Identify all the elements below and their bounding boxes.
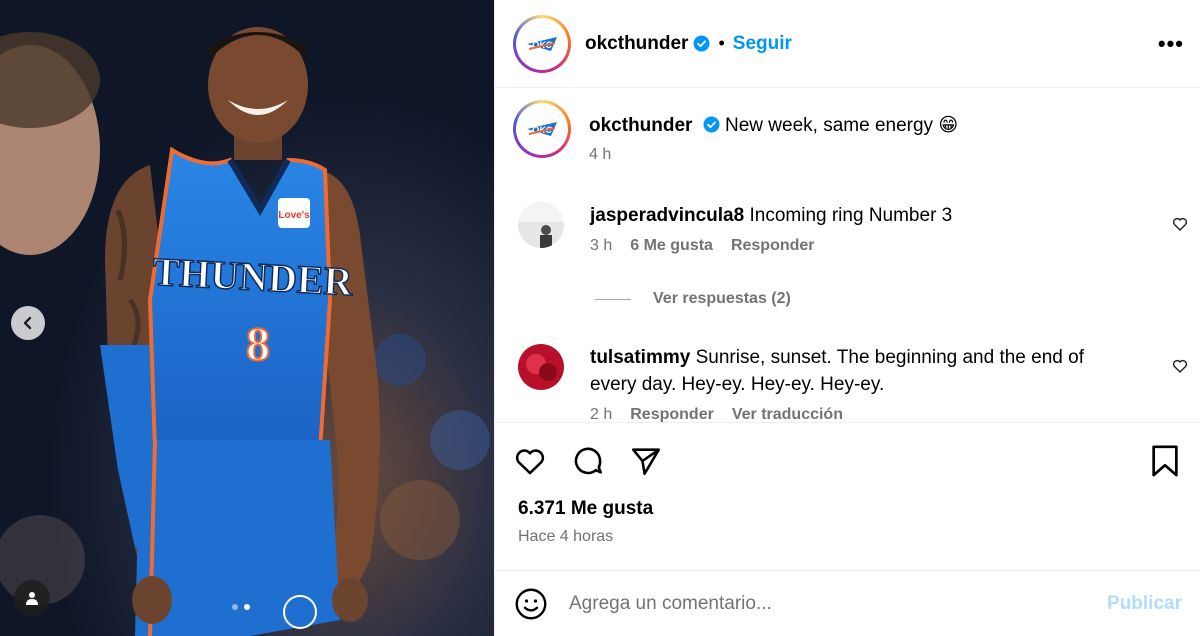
verified-badge-icon <box>693 35 710 52</box>
loves-patch: Love's <box>278 210 310 221</box>
follow-button[interactable]: Seguir <box>733 33 792 55</box>
reply-button[interactable]: Responder <box>630 406 714 422</box>
caption-time: 4 h <box>589 146 612 163</box>
like-button[interactable] <box>513 444 547 478</box>
comment-like-button[interactable] <box>1172 358 1188 379</box>
comment-username[interactable]: tulsatimmy <box>590 347 690 368</box>
emoji-icon <box>515 588 547 619</box>
share-button[interactable] <box>629 444 663 478</box>
comment-time: 2 h <box>590 406 613 422</box>
okc-logo-icon: OKC <box>527 36 557 51</box>
comment-text: Incoming ring Number 3 <box>749 205 953 226</box>
heart-icon <box>515 448 545 474</box>
post-header: OKC okcthunder • Seguir ••• <box>495 0 1200 88</box>
post-details-panel: OKC okcthunder • Seguir ••• <box>494 0 1200 636</box>
comment-input[interactable] <box>569 592 1108 615</box>
heart-icon <box>1172 359 1188 373</box>
carousel-dots <box>232 604 250 610</box>
avatar[interactable]: OKC <box>513 14 571 73</box>
okc-logo-icon: OKC <box>527 122 557 136</box>
comment-item: tulsatimmy Sunrise, sunset. The beginnin… <box>518 344 1188 422</box>
post-media[interactable]: THUNDER 8 Love's <box>0 0 494 636</box>
instagram-post-view: THUNDER 8 Love's okcthunder • Seguir •••… <box>0 0 1200 636</box>
view-replies-label: Ver respuestas (2) <box>653 290 791 307</box>
comment-button[interactable] <box>571 444 605 478</box>
post-actions <box>495 422 1200 498</box>
carousel-dot <box>232 604 238 610</box>
header-username[interactable]: okcthunder <box>585 33 688 55</box>
more-options-icon[interactable]: ••• <box>1158 31 1184 57</box>
verified-badge-icon <box>703 116 720 133</box>
caption-avatar[interactable]: OKC <box>513 100 571 158</box>
heart-icon <box>1172 217 1188 231</box>
caption-username[interactable]: okcthunder <box>589 115 692 136</box>
post-time[interactable]: Hace 4 horas <box>495 520 1200 546</box>
bookmark-icon <box>1152 444 1178 477</box>
save-button[interactable] <box>1148 444 1182 478</box>
comment-avatar[interactable] <box>518 202 564 248</box>
comment-time: 3 h <box>590 237 613 254</box>
add-comment-bar: Publicar <box>495 570 1200 636</box>
jersey-number: 8 <box>246 318 270 371</box>
share-icon <box>631 447 661 475</box>
comment-username[interactable]: jasperadvincula8 <box>590 205 744 226</box>
player-photo: THUNDER 8 Love's <box>0 0 494 636</box>
carousel-dot-active <box>244 604 250 610</box>
comment-item: jasperadvincula8 Incoming ring Number 3 … <box>518 202 1188 255</box>
publish-button[interactable]: Publicar <box>1107 593 1182 615</box>
comment-likes[interactable]: 6 Me gusta <box>630 237 713 255</box>
chevron-left-icon <box>23 316 32 330</box>
user-tag-icon <box>26 592 38 605</box>
reply-button[interactable]: Responder <box>731 237 815 255</box>
replies-divider <box>595 298 631 300</box>
likes-count[interactable]: 6.371 Me gusta <box>495 498 1200 520</box>
view-replies-button[interactable]: Ver respuestas (2) <box>595 290 791 308</box>
caption-text: New week, same energy 😁 <box>725 115 959 136</box>
comments-list[interactable]: OKC okcthunder <box>495 88 1200 422</box>
previous-image-button[interactable] <box>11 306 45 340</box>
comment-icon <box>574 447 603 474</box>
translate-button[interactable]: Ver traducción <box>732 406 843 422</box>
separator-dot: • <box>718 33 725 53</box>
tagged-users-button[interactable] <box>14 580 50 616</box>
comment-like-button[interactable] <box>1172 216 1188 237</box>
caption: OKC okcthunder <box>513 100 958 164</box>
emoji-button[interactable] <box>513 586 549 622</box>
comment-avatar[interactable] <box>518 344 564 390</box>
